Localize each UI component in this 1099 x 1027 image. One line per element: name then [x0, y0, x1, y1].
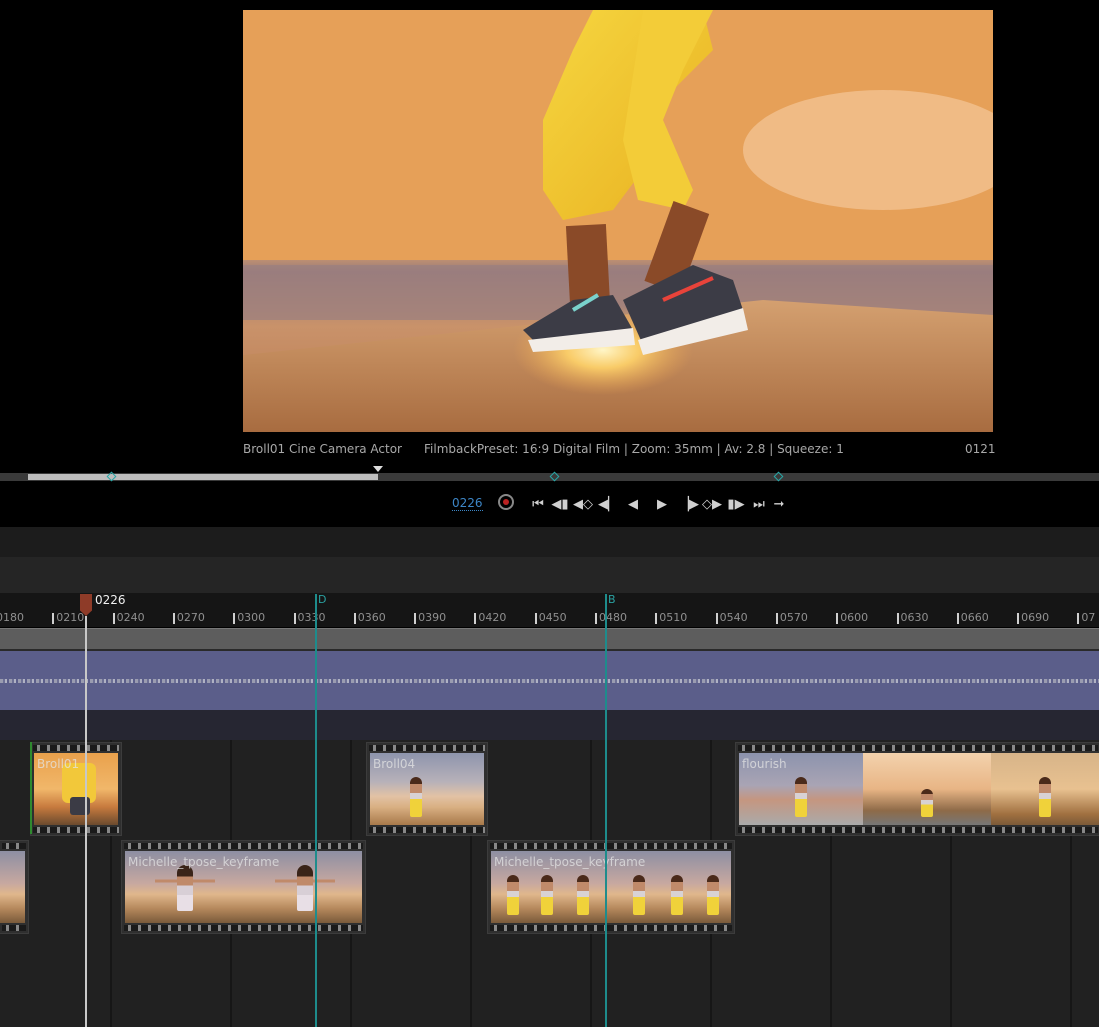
ruler-tick-label: 0600	[840, 611, 869, 624]
jump-to-start-icon: ⏮	[532, 496, 544, 512]
next-key-button[interactable]: ◇▶	[702, 495, 722, 513]
jump-to-end-button[interactable]: ⏭	[750, 495, 768, 513]
ruler-tick	[836, 613, 839, 624]
step-forward-key-icon: ▮▶	[727, 496, 745, 512]
ruler-tick-label: 0330	[297, 611, 326, 624]
ruler-tick	[534, 613, 537, 624]
step-forward-frame-icon: ▕▶	[679, 496, 699, 512]
ruler-tick	[956, 613, 959, 624]
play-button[interactable]: ▶	[653, 495, 671, 513]
camera-info: FilmbackPreset: 16:9 Digital Film | Zoom…	[424, 442, 844, 456]
viewport-frame-number: 0121	[965, 442, 996, 456]
ruler-tick	[1017, 613, 1020, 624]
ruler-tick-label: 0540	[719, 611, 748, 624]
step-forward-key-button[interactable]: ▮▶	[727, 495, 745, 513]
play-reverse-icon: ◀	[628, 496, 638, 512]
ruler-tick	[595, 613, 597, 624]
record-button[interactable]	[498, 494, 514, 510]
ruler-tick-label: 0390	[418, 611, 447, 624]
ruler-tick-label: 0270	[176, 611, 205, 624]
ruler-tick	[715, 613, 718, 624]
marker-label-d[interactable]: D	[318, 593, 326, 606]
ruler-tick	[474, 613, 477, 624]
marker-label-b[interactable]: B	[608, 593, 616, 606]
shot-clip[interactable]: Michelle_tpose_keyframe	[487, 840, 735, 934]
prev-key-icon: ◀◇	[573, 496, 593, 512]
ruler-tick	[233, 613, 236, 624]
play-icon: ▶	[657, 496, 667, 512]
camera-name: Broll01 Cine Camera Actor	[243, 442, 402, 456]
empty-track[interactable]	[0, 710, 1099, 740]
prev-key-button[interactable]: ◀◇	[573, 495, 593, 513]
ruler-tick	[52, 613, 55, 624]
ruler-tick	[172, 613, 175, 624]
viewport-scene	[243, 10, 993, 432]
ruler-tick	[414, 613, 417, 624]
shot-label: Broll04	[373, 757, 416, 771]
jump-to-start-button[interactable]: ⏮	[529, 495, 547, 513]
marker-line-b[interactable]	[605, 594, 607, 1027]
current-frame-field[interactable]: 0226	[452, 496, 483, 511]
step-forward-frame-button[interactable]: ▕▶	[679, 495, 699, 513]
shot-label: Michelle_tpose_keyframe	[128, 855, 280, 869]
shot-thumbnail	[739, 753, 1099, 825]
step-back-frame-button[interactable]: ◀▏	[598, 495, 618, 513]
shot-label: Michelle_tpose_keyframe	[494, 855, 646, 869]
shot-clip[interactable]: flourish	[735, 742, 1099, 836]
ruler-tick-label: 0180	[0, 611, 24, 624]
next-key-icon: ◇▶	[702, 496, 722, 512]
ruler-tick-label: 0420	[478, 611, 507, 624]
play-reverse-button[interactable]: ◀	[624, 495, 642, 513]
marker-line-d[interactable]	[315, 594, 317, 1027]
ruler-tick	[1077, 613, 1080, 624]
camera-cuts-track[interactable]	[0, 628, 1099, 651]
ruler-tick-label: 0300	[237, 611, 266, 624]
ruler-tick-label: 0240	[116, 611, 145, 624]
ruler-tick-label: 07	[1081, 611, 1096, 624]
step-back-key-button[interactable]: ◀▮	[551, 495, 569, 513]
ruler-tick-label: 0450	[538, 611, 567, 624]
ruler-tick-label: 0480	[599, 611, 627, 624]
step-back-frame-icon: ◀▏	[598, 496, 618, 512]
sequencer-toolbar	[0, 527, 1099, 557]
ruler-tick-label: 0690	[1021, 611, 1050, 624]
ruler-tick	[775, 613, 778, 624]
loop-icon: ➞	[773, 496, 785, 512]
section-start-line	[30, 742, 32, 834]
ruler-tick-label: 0360	[357, 611, 386, 624]
loop-button[interactable]: ➞	[770, 495, 788, 513]
audio-waveform	[0, 679, 1099, 683]
scrub-handle[interactable]	[373, 466, 383, 472]
sequencer-header	[0, 557, 1099, 593]
shot-label: Broll01	[37, 757, 80, 771]
ruler-tick	[655, 613, 658, 624]
transport-bar	[0, 486, 1099, 526]
ruler-tick-label: 0510	[659, 611, 688, 624]
camera-viewport[interactable]	[243, 10, 993, 432]
ruler-tick	[112, 613, 115, 624]
scrub-progress	[28, 474, 378, 480]
ruler-tick-label: 0570	[779, 611, 808, 624]
shot-clip[interactable]: Michelle_tpose_keyframe	[121, 840, 366, 934]
playhead-frame-label: 0226	[95, 593, 126, 607]
ruler-tick-label: 0660	[960, 611, 989, 624]
step-back-key-icon: ◀▮	[551, 496, 569, 512]
ruler-tick	[353, 613, 356, 624]
ruler-tick-label: 0630	[900, 611, 929, 624]
jump-to-end-icon: ⏭	[753, 496, 765, 512]
record-icon	[503, 499, 509, 505]
shot-clip[interactable]: Broll01	[30, 742, 122, 836]
ruler-tick-label: 0210	[56, 611, 85, 624]
shot-thumbnail	[0, 851, 25, 923]
playhead-line[interactable]	[85, 616, 87, 1027]
shot-clip[interactable]: Broll04	[366, 742, 488, 836]
shot-label: flourish	[742, 757, 787, 771]
ruler-tick	[293, 613, 296, 624]
shot-clip[interactable]	[0, 840, 29, 934]
ruler-tick	[896, 613, 899, 624]
